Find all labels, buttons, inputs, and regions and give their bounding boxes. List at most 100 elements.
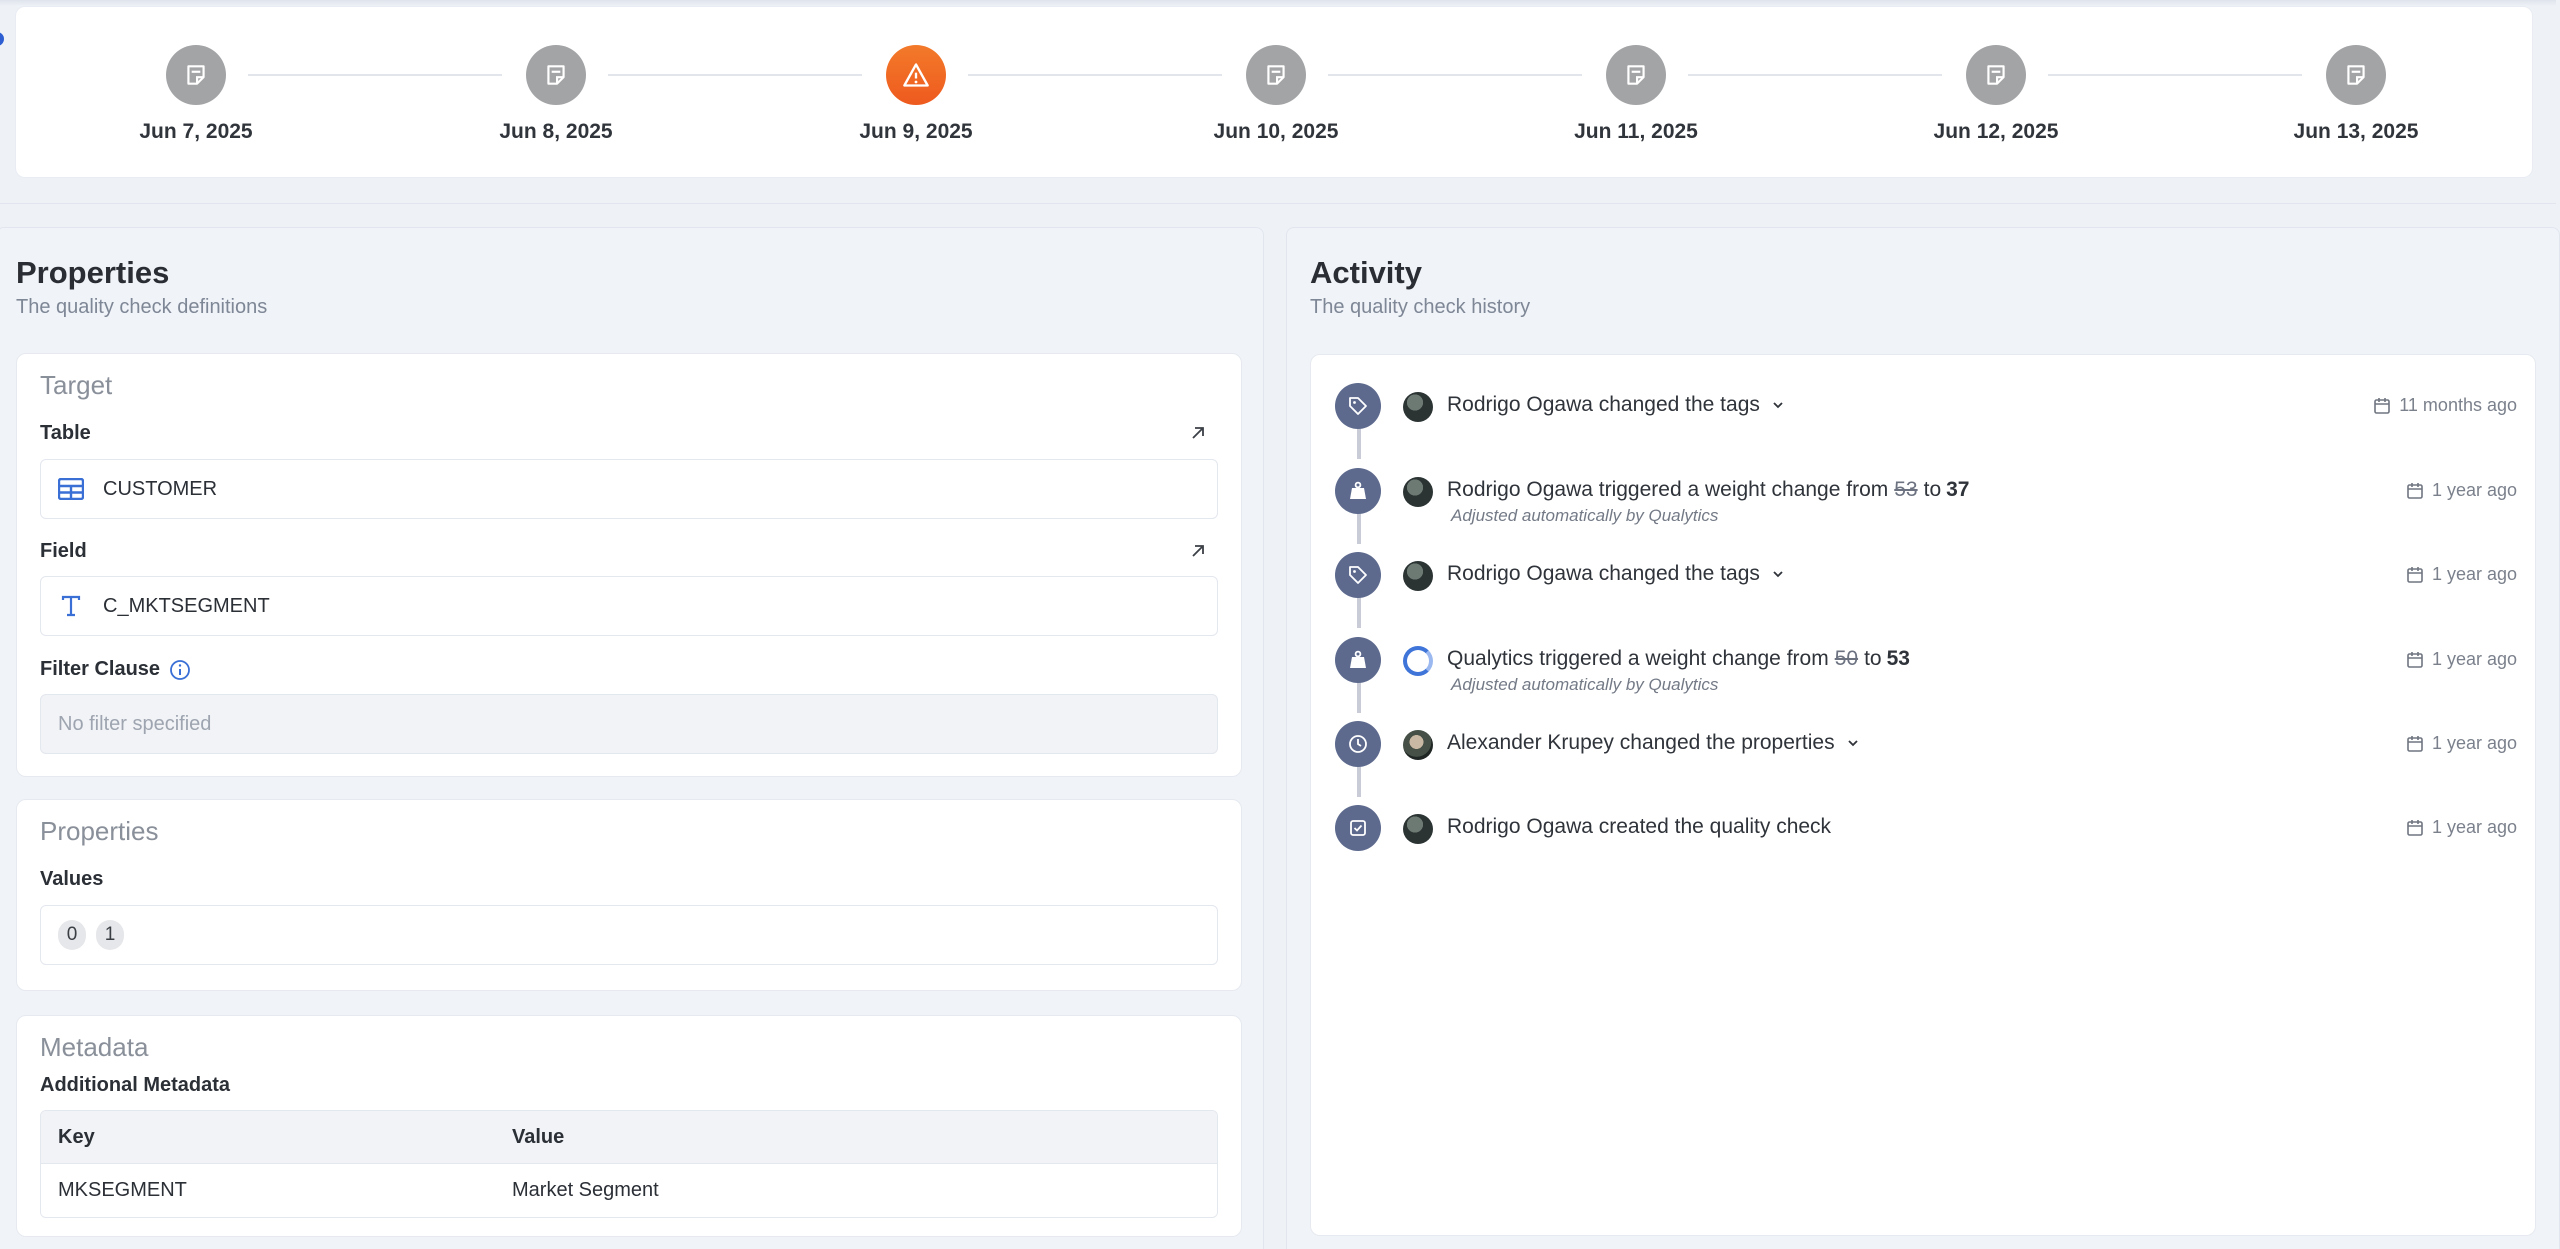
- tag-icon: [1335, 552, 1381, 598]
- note-icon: [2347, 65, 2365, 85]
- properties-subtitle: The quality check definitions: [16, 296, 268, 318]
- metadata-card: Metadata Additional Metadata Key Value M…: [16, 1015, 1242, 1237]
- chevron-down-icon[interactable]: [1772, 399, 1784, 411]
- weight-icon: [1335, 637, 1381, 683]
- metadata-table: Key Value MKSEGMENT Market Segment: [40, 1110, 1218, 1218]
- timeline-node-jun-12[interactable]: [1966, 45, 2026, 105]
- calendar-icon: [2374, 397, 2391, 414]
- timeline-date-label: Jun 9, 2025: [859, 120, 973, 143]
- time-text: 1 year ago: [2431, 564, 2517, 584]
- timeline-node-jun-11[interactable]: [1606, 45, 1666, 105]
- to-word: to: [1923, 478, 1942, 501]
- avatar: [1403, 730, 1433, 760]
- properties-panel: Properties The quality check definitions…: [0, 227, 1264, 1249]
- timeline-connector: [968, 74, 1222, 76]
- table-value: CUSTOMER: [103, 477, 218, 500]
- timeline-date-label: Jun 8, 2025: [499, 120, 613, 143]
- timeline-node-jun-10[interactable]: [1246, 45, 1306, 105]
- calendar-icon: [2407, 566, 2423, 583]
- note-icon: [1987, 65, 2005, 85]
- activity-note: Adjusted automatically by Qualytics: [1451, 675, 1719, 694]
- activity-text[interactable]: Rodrigo Ogawa changed the tags: [1447, 393, 1784, 417]
- activity-item: Qualytics triggered a weight change from…: [1311, 637, 2537, 697]
- field-field[interactable]: C_MKTSEGMENT: [40, 576, 1218, 636]
- timeline-section: Jun 7, 2025 Jun 8, 2025 Jun 9, 2025 Jun …: [0, 0, 2556, 204]
- calendar-icon: [2407, 651, 2423, 668]
- activity-text: Rodrigo Ogawa created the quality check: [1447, 815, 1831, 839]
- properties-title: Properties: [16, 255, 170, 290]
- timeline-connector: [608, 74, 862, 76]
- timeline-node-jun-8[interactable]: [526, 45, 586, 105]
- to-word: to: [1864, 647, 1882, 670]
- metadata-table-header: Key Value: [41, 1111, 1217, 1164]
- activity-item: Rodrigo Ogawa changed the tags 1 year ag…: [1311, 552, 2537, 612]
- activity-message: Rodrigo Ogawa changed the tags: [1447, 393, 1760, 416]
- activity-message: Rodrigo Ogawa created the quality check: [1447, 815, 1832, 838]
- weight-from: 50: [1834, 647, 1859, 670]
- activity-text[interactable]: Alexander Krupey changed the properties: [1447, 731, 1859, 755]
- target-card: Target Table CUSTOMER Field C_MKTSEGMENT…: [16, 353, 1242, 777]
- timeline-connector: [2048, 74, 2302, 76]
- tag-icon: [1335, 383, 1381, 429]
- calendar-icon: [2407, 819, 2423, 836]
- activity-item: Rodrigo Ogawa triggered a weight change …: [1311, 468, 2537, 528]
- activity-text: Rodrigo Ogawa triggered a weight change …: [1447, 478, 1969, 502]
- activity-text[interactable]: Rodrigo Ogawa changed the tags: [1447, 562, 1784, 586]
- metadata-value-cell: Market Segment: [512, 1179, 659, 1201]
- timeline-node-jun-13[interactable]: [2326, 45, 2386, 105]
- time-text: 1 year ago: [2431, 480, 2517, 500]
- timeline-connector: [1688, 74, 1942, 76]
- timeline-date-label: Jun 11, 2025: [1574, 120, 1698, 143]
- filter-clause-input[interactable]: No filter specified: [40, 694, 1218, 754]
- timeline-node-jun-7[interactable]: [166, 45, 226, 105]
- timeline-connector: [1328, 74, 1582, 76]
- chevron-down-icon[interactable]: [1847, 737, 1859, 749]
- note-icon: [1267, 65, 1285, 85]
- time-text: 11 months ago: [2399, 395, 2517, 415]
- timeline-date-label: Jun 13, 2025: [2293, 120, 2419, 143]
- note-icon: [547, 65, 565, 85]
- table-icon: [58, 478, 84, 500]
- time-text: 1 year ago: [2431, 817, 2517, 837]
- activity-item: Rodrigo Ogawa changed the tags 11 months…: [1311, 383, 2537, 443]
- qualytics-logo-icon: [1403, 646, 1433, 676]
- avatar: [1403, 477, 1433, 507]
- table-row: MKSEGMENT Market Segment: [41, 1164, 1217, 1217]
- note-icon: [1627, 65, 1645, 85]
- filter-clause-label: Filter Clause: [40, 658, 191, 681]
- calendar-icon: [2407, 482, 2423, 499]
- additional-metadata-label: Additional Metadata: [40, 1074, 231, 1096]
- table-field[interactable]: CUSTOMER: [40, 459, 1218, 519]
- info-icon[interactable]: [169, 659, 191, 681]
- activity-item: Alexander Krupey changed the properties …: [1311, 721, 2537, 781]
- column-header-key: Key: [58, 1125, 95, 1148]
- avatar: [1403, 814, 1433, 844]
- values-field: 0 1: [40, 905, 1218, 965]
- properties-card: Properties Values 0 1: [16, 799, 1242, 991]
- values-label: Values: [40, 868, 104, 890]
- chevron-down-icon[interactable]: [1772, 568, 1784, 580]
- clock-icon: [1335, 721, 1381, 767]
- activity-panel: Activity The quality check history Rodri…: [1286, 227, 2560, 1249]
- timeline-node-jun-9[interactable]: [886, 45, 946, 105]
- text-type-icon: [61, 595, 81, 617]
- activity-subtitle: The quality check history: [1310, 296, 1531, 318]
- warning-icon: [903, 63, 929, 87]
- open-table-link-icon[interactable]: [1187, 422, 1209, 444]
- filter-clause-text: Filter Clause: [40, 658, 161, 680]
- activity-message: Alexander Krupey changed the properties: [1447, 731, 1835, 754]
- activity-list: Rodrigo Ogawa changed the tags 11 months…: [1310, 354, 2536, 1236]
- timeline-date-label: Jun 7, 2025: [139, 120, 253, 143]
- avatar: [1403, 392, 1433, 422]
- weight-to: 53: [1886, 647, 1910, 670]
- metadata-key-cell: MKSEGMENT: [58, 1179, 187, 1201]
- avatar: [1403, 561, 1433, 591]
- weight-to: 37: [1946, 478, 1970, 501]
- time-text: 1 year ago: [2431, 733, 2517, 753]
- weight-icon: [1335, 468, 1381, 514]
- column-header-value: Value: [512, 1125, 565, 1148]
- open-field-link-icon[interactable]: [1187, 540, 1209, 562]
- activity-note: Adjusted automatically by Qualytics: [1451, 506, 1719, 525]
- scroll-indicator-dot: [0, 32, 4, 46]
- note-icon: [187, 65, 205, 85]
